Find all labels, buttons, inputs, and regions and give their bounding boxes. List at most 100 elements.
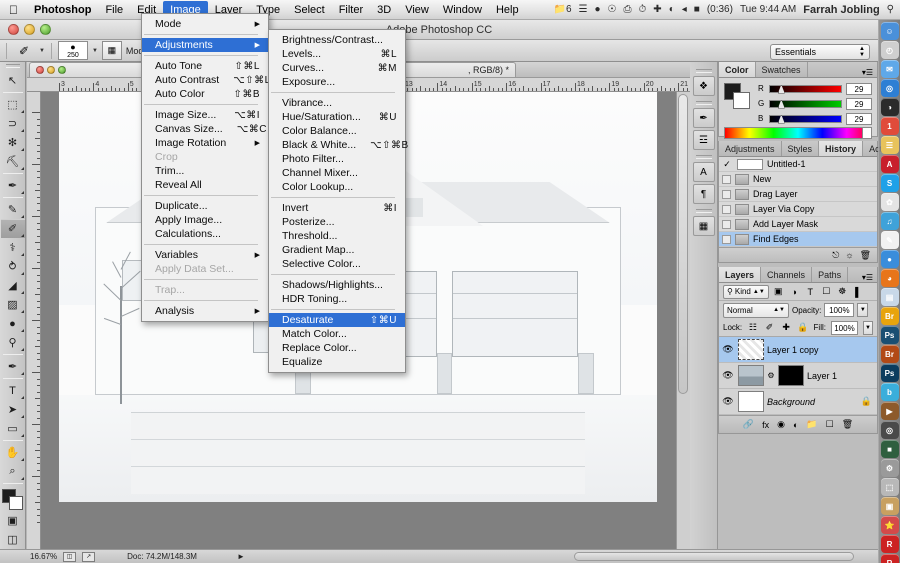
macos-menu-help[interactable]: Help xyxy=(489,1,526,19)
create-document-icon[interactable]: ⎋ xyxy=(832,250,839,261)
image-menu-item-analysis[interactable]: Analysis ▶ xyxy=(142,304,268,318)
dvd-player-icon[interactable]: ◎ xyxy=(880,421,899,439)
system-preferences-icon[interactable]: ⚙ xyxy=(880,459,899,477)
adjustments-menu-item-match-color[interactable]: Match Color... xyxy=(269,327,405,341)
image-menu-item-image-rotation[interactable]: Image Rotation ▶ xyxy=(142,136,268,150)
adjustments-menu-item-vibrance[interactable]: Vibrance... xyxy=(269,96,405,110)
image-menu-item-adjustments[interactable]: Adjustments ▶ xyxy=(142,38,268,52)
spectrum-white-swatch[interactable] xyxy=(862,128,871,138)
layer-row[interactable]: 👁 Background 🔒 xyxy=(719,389,877,415)
zoom-level[interactable]: 16.67% xyxy=(30,552,57,561)
shape-layer-filter-icon[interactable]: ☐ xyxy=(820,286,833,297)
brush-panel-icon[interactable]: ▦ xyxy=(101,41,122,60)
color-panel-swatches[interactable] xyxy=(724,83,750,109)
clock[interactable]: Tue 9:44 AM xyxy=(740,4,796,15)
brush-presets-icon[interactable]: ✒ xyxy=(692,108,715,128)
macos-menu-select[interactable]: Select xyxy=(287,1,332,19)
color-tab-swatches[interactable]: Swatches xyxy=(756,62,808,77)
mail-icon[interactable]: ✉ xyxy=(880,60,899,78)
history-state-row[interactable]: Drag Layer xyxy=(719,187,877,202)
channel-slider-b[interactable] xyxy=(769,114,842,124)
bluetooth-icon[interactable]: ☉ xyxy=(608,4,617,15)
layer-name[interactable]: Layer 1 xyxy=(807,371,877,381)
panel-menu-icon[interactable]: ▾☰ xyxy=(862,68,877,77)
workspace-switcher[interactable]: Essentials ▲ ▼ xyxy=(770,44,870,60)
adjustments-submenu[interactable]: Brightness/Contrast... Levels... ⌘L Curves.… xyxy=(268,29,408,373)
printer-icon[interactable]: ⎙ xyxy=(623,4,631,15)
type-tool-icon[interactable]: T xyxy=(1,381,25,400)
image-menu-item-variables[interactable]: Variables ▶ xyxy=(142,248,268,262)
adjustments-menu-item-equalize[interactable]: Equalize xyxy=(269,355,405,369)
share-icon[interactable]: ↗ xyxy=(82,551,96,562)
battery-icon[interactable]: ■ xyxy=(694,4,700,15)
doc-minimize-button[interactable] xyxy=(47,66,55,74)
image-menu-item-image-size[interactable]: Image Size... ⌥⌘I xyxy=(142,108,268,122)
app-store-icon[interactable]: ⭐ xyxy=(880,516,899,534)
eyedropper-icon[interactable]: ✒ xyxy=(1,176,25,195)
rail-grip[interactable] xyxy=(695,155,712,159)
bridge-icon[interactable]: Br xyxy=(880,307,899,325)
layer-thumbnail[interactable] xyxy=(738,339,764,360)
history-state-row[interactable]: New xyxy=(719,172,877,187)
screenshot-icon[interactable]: ⬚ xyxy=(880,478,899,496)
adobe-reader-icon[interactable]: A xyxy=(880,155,899,173)
adjustments-menu-item-threshold[interactable]: Threshold... xyxy=(269,229,405,243)
color-swatches[interactable] xyxy=(1,489,24,511)
channel-slider-g[interactable] xyxy=(769,99,842,109)
channel-value-r[interactable]: 29 xyxy=(846,82,872,95)
image-menu-item-auto-color[interactable]: Auto Color ⇧⌘B xyxy=(142,87,268,101)
brush-icon[interactable]: ✐ xyxy=(13,42,35,60)
history-tab-styles[interactable]: Styles xyxy=(782,141,820,156)
channel-slider-knob[interactable] xyxy=(777,114,785,124)
red-app2-icon[interactable]: R xyxy=(880,554,899,563)
quick-mask-icon[interactable]: ▣ xyxy=(1,511,25,530)
rail-grip[interactable] xyxy=(695,209,712,213)
layer-mask-icon[interactable]: ◉ xyxy=(777,419,785,430)
history-snapshot-row[interactable]: ✓ Untitled-1 xyxy=(719,157,877,172)
history-state-row[interactable]: Layer Via Copy xyxy=(719,202,877,217)
channel-slider-knob[interactable] xyxy=(777,84,785,94)
document-traffic-lights[interactable] xyxy=(36,66,66,74)
adjustment-layer-icon[interactable]: ◐ xyxy=(793,420,798,430)
adjustments-menu-item-color-balance[interactable]: Color Balance... xyxy=(269,124,405,138)
macos-menu-photoshop[interactable]: Photoshop xyxy=(27,1,98,19)
lock-transparent-icon[interactable]: ☷ xyxy=(747,322,759,333)
adjustments-menu-item-shadows-highlights[interactable]: Shadows/Highlights... xyxy=(269,278,405,292)
image-menu-item-mode[interactable]: Mode ▶ xyxy=(142,17,268,31)
lock-all-icon[interactable]: 🔒 xyxy=(797,322,809,333)
timeline-panel-icon[interactable]: ▦ xyxy=(692,216,715,236)
layer-blend-mode-select[interactable]: Normal ▲▼ xyxy=(723,302,789,318)
imovie-icon[interactable]: ▶ xyxy=(880,402,899,420)
adjustments-menu-item-hue-saturation[interactable]: Hue/Saturation... ⌘U xyxy=(269,110,405,124)
image-menu-item-trim[interactable]: Trim... xyxy=(142,164,268,178)
sound-icon[interactable]: ◂ xyxy=(682,4,687,15)
doc-zoom-button[interactable] xyxy=(58,66,66,74)
doc-size-icon[interactable]: ◫ xyxy=(63,551,77,562)
adjustments-menu-item-replace-color[interactable]: Replace Color... xyxy=(269,341,405,355)
filter-toggle-icon[interactable]: ▌ xyxy=(852,287,865,297)
layer-name[interactable]: Layer 1 copy xyxy=(767,345,877,355)
status-scrollbar[interactable] xyxy=(574,552,854,561)
launchpad-icon[interactable]: ◴ xyxy=(880,41,899,59)
history-state-row[interactable]: Find Edges xyxy=(719,232,877,247)
adjustments-menu-item-selective-color[interactable]: Selective Color... xyxy=(269,257,405,271)
fill-stepper[interactable]: ▼ xyxy=(862,320,873,335)
create-snapshot-icon[interactable]: ☼ xyxy=(845,250,853,260)
mini-bridge-icon[interactable]: ❖ xyxy=(692,76,715,96)
layers-tab-channels[interactable]: Channels xyxy=(761,267,813,282)
rectangular-marquee-icon[interactable]: ⬚ xyxy=(1,95,25,114)
photoshop-icon[interactable]: Ps xyxy=(880,326,899,344)
adjustments-menu-item-posterize[interactable]: Posterize... xyxy=(269,215,405,229)
rail-grip[interactable] xyxy=(695,101,712,105)
color-spectrum-ramp[interactable] xyxy=(724,127,872,139)
rail-grip-1[interactable] xyxy=(695,69,712,73)
crop-tool-icon[interactable]: ⛏ xyxy=(1,152,25,171)
spot-healing-icon[interactable]: ✎ xyxy=(1,200,25,219)
dropbox-icon[interactable]: ● xyxy=(594,4,600,15)
dodge-tool-icon[interactable]: ⚲ xyxy=(1,333,25,352)
screen-mode-icon[interactable]: ◫ xyxy=(1,530,25,549)
chrome-icon[interactable]: ● xyxy=(880,250,899,268)
layer-thumbnail[interactable] xyxy=(738,391,764,412)
history-tab-history[interactable]: History xyxy=(819,141,864,156)
calendar-icon[interactable]: 1 xyxy=(880,117,899,135)
